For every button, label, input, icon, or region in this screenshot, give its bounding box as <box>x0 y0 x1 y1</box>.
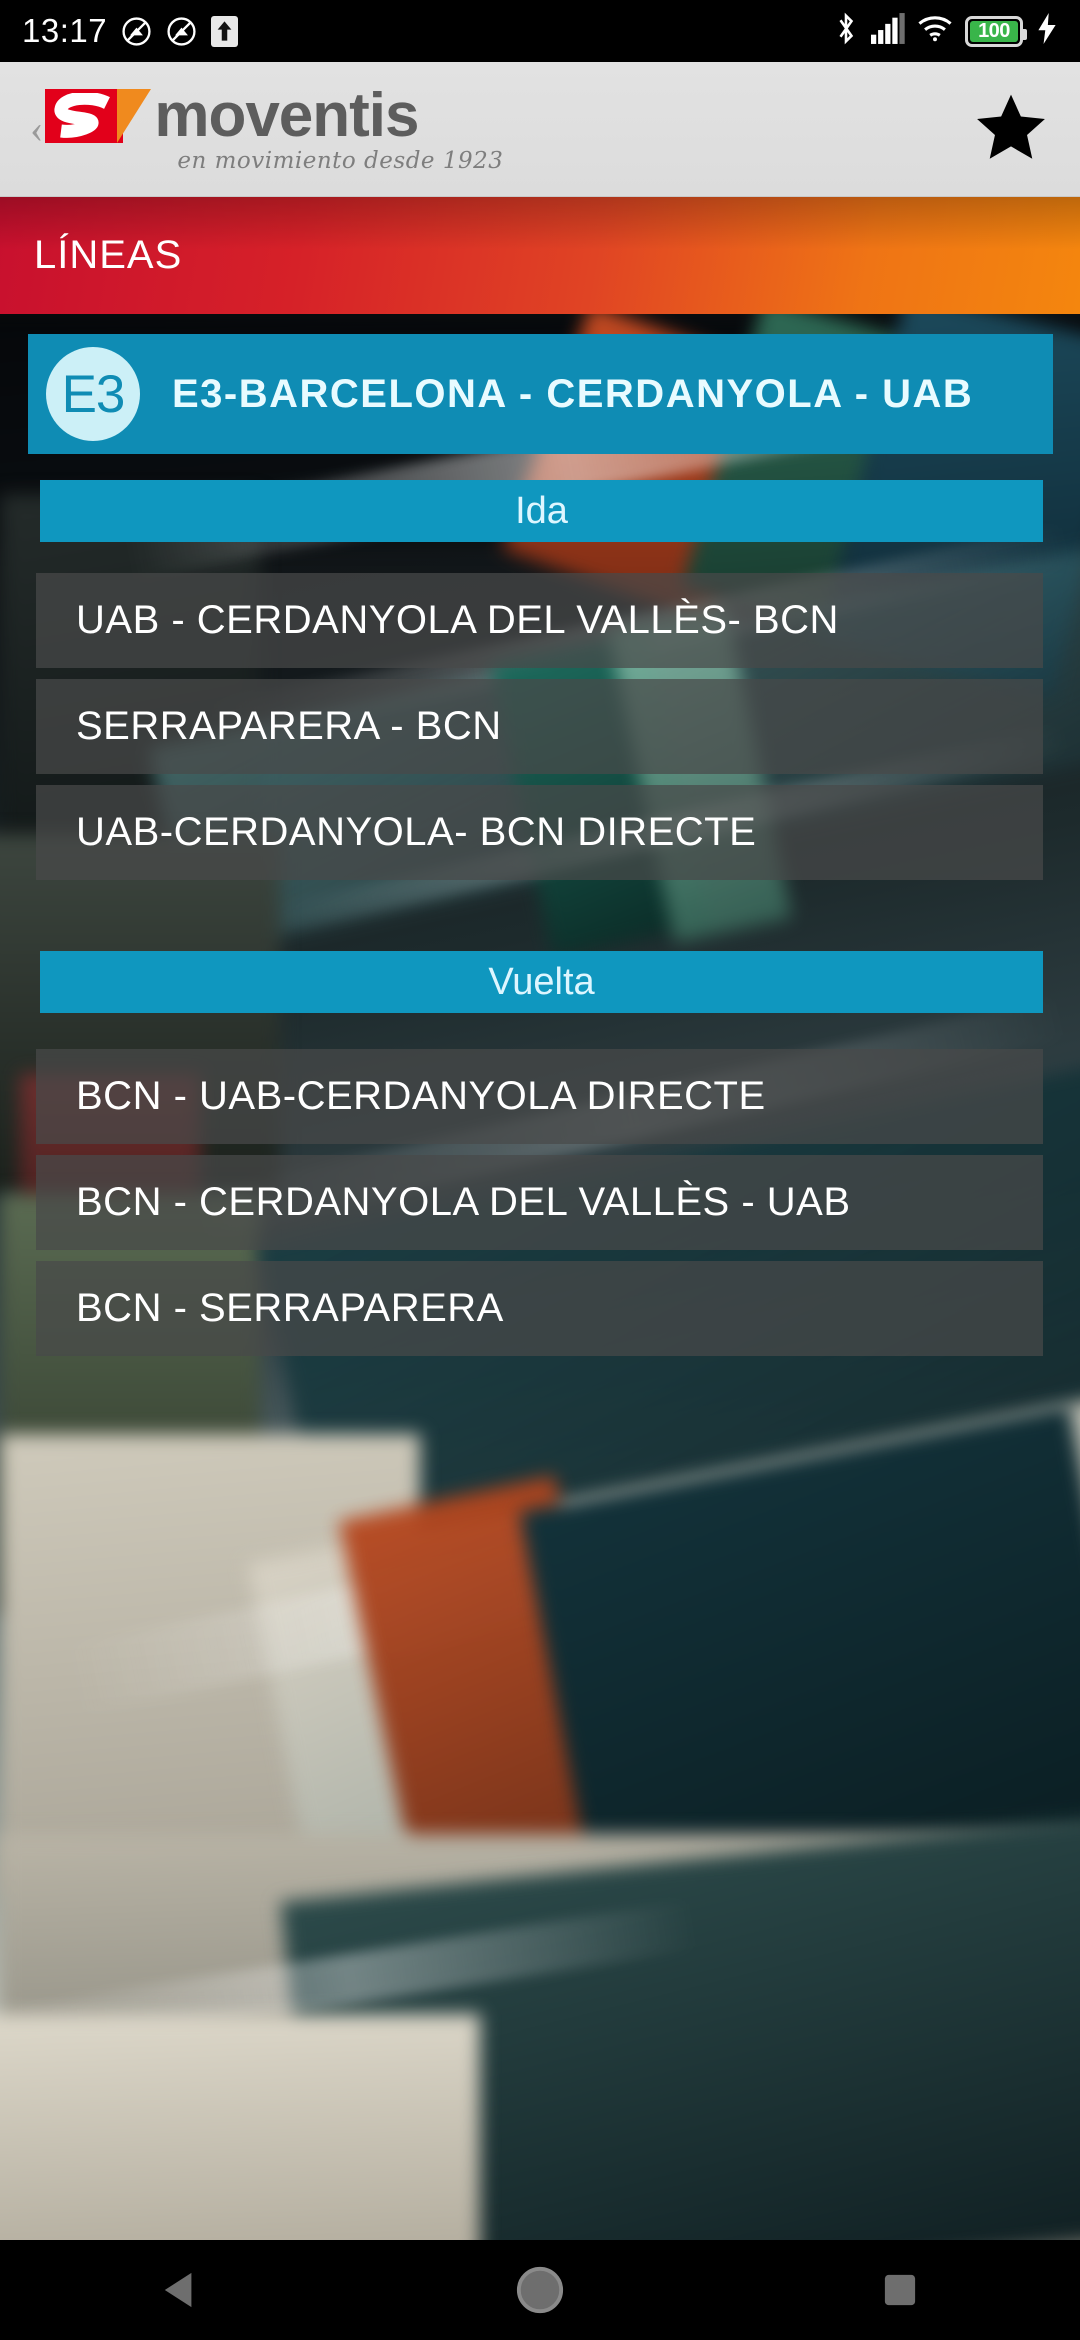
line-code-badge: E3 <box>46 347 140 441</box>
content-area: E3 E3-BARCELONA - CERDANYOLA - UAB Ida U… <box>0 314 1080 2240</box>
battery-icon: 100 <box>965 15 1027 47</box>
back-triangle-icon[interactable] <box>105 2240 255 2340</box>
route-label: UAB-CERDANYOLA- BCN DIRECTE <box>76 810 757 854</box>
section-label: Vuelta <box>488 960 595 1003</box>
star-icon[interactable] <box>972 90 1050 169</box>
line-header-card[interactable]: E3 E3-BARCELONA - CERDANYOLA - UAB <box>28 334 1053 454</box>
home-circle-icon[interactable] <box>465 2240 615 2340</box>
section-label: Ida <box>515 489 568 532</box>
route-label: BCN - CERDANYOLA DEL VALLÈS - UAB <box>76 1180 851 1224</box>
logo-wordmark: moventis <box>154 80 419 150</box>
route-row[interactable]: BCN - SERRAPARERA <box>36 1261 1043 1356</box>
status-bar: 13:17 100 <box>0 0 1080 62</box>
lineas-banner: LÍNEAS <box>0 197 1080 314</box>
page-title: LÍNEAS <box>34 233 183 277</box>
status-bar-left: 13:17 <box>22 12 239 50</box>
app-header: ‹ moventis en movimiento desde 1923 <box>0 62 1080 197</box>
route-row[interactable]: UAB-CERDANYOLA- BCN DIRECTE <box>36 785 1043 880</box>
section-header-ida: Ida <box>40 480 1043 542</box>
route-label: BCN - UAB-CERDANYOLA DIRECTE <box>76 1074 766 1118</box>
bluetooth-icon <box>834 12 858 50</box>
status-bar-right: 100 <box>834 12 1058 50</box>
signal-icon <box>871 13 905 49</box>
route-label: BCN - SERRAPARERA <box>76 1286 504 1330</box>
route-row[interactable]: UAB - CERDANYOLA DEL VALLÈS- BCN <box>36 573 1043 668</box>
logo-row: moventis <box>45 80 420 150</box>
route-label: SERRAPARERA - BCN <box>76 704 502 748</box>
recents-square-icon[interactable] <box>825 2240 975 2340</box>
upload-arrow-icon <box>211 15 239 47</box>
brand-logo: moventis en movimiento desde 1923 <box>45 80 504 174</box>
back-button[interactable]: ‹ <box>30 109 43 149</box>
route-row[interactable]: SERRAPARERA - BCN <box>36 679 1043 774</box>
line-title: E3-BARCELONA - CERDANYOLA - UAB <box>172 371 974 416</box>
battery-level: 100 <box>978 19 1010 42</box>
line-code: E3 <box>61 364 126 424</box>
phone-screen: 13:17 100 ‹ moventis en movimiento desde… <box>0 0 1080 2340</box>
route-row[interactable]: BCN - UAB-CERDANYOLA DIRECTE <box>36 1049 1043 1144</box>
do-not-disturb-icon <box>121 16 152 47</box>
route-label: UAB - CERDANYOLA DEL VALLÈS- BCN <box>76 598 839 642</box>
wifi-icon <box>918 15 952 47</box>
status-time: 13:17 <box>22 12 108 49</box>
charging-bolt-icon <box>1036 13 1058 49</box>
route-row[interactable]: BCN - CERDANYOLA DEL VALLÈS - UAB <box>36 1155 1043 1250</box>
android-nav-bar <box>0 2240 1080 2340</box>
logo-tagline: en movimiento desde 1923 <box>177 147 504 174</box>
section-header-vuelta: Vuelta <box>40 951 1043 1013</box>
do-not-disturb-icon <box>166 16 197 47</box>
moventis-mark-icon <box>45 85 152 147</box>
